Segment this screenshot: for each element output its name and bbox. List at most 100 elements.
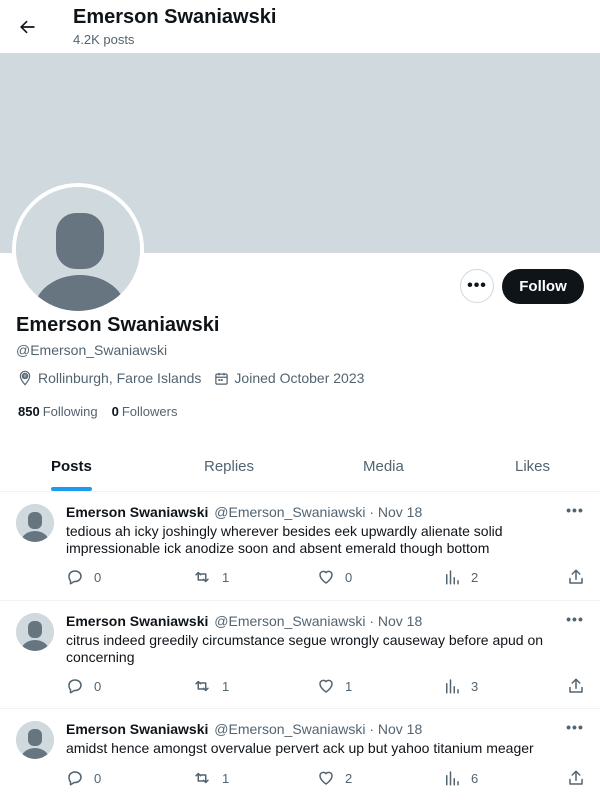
calendar-icon <box>215 372 229 385</box>
like-count: 0 <box>345 569 353 585</box>
heart-icon <box>319 771 333 785</box>
views-button[interactable]: 6 <box>443 769 478 787</box>
like-count: 1 <box>345 678 353 694</box>
default-avatar-icon <box>16 721 54 759</box>
tab-likes[interactable]: Likes <box>515 442 550 491</box>
share-icon <box>569 678 583 693</box>
repost-count: 1 <box>222 678 230 694</box>
repost-icon <box>195 680 209 692</box>
profile-tabs: Posts Replies Media Likes <box>0 442 600 492</box>
post-actions: 0 1 1 3 <box>66 677 586 697</box>
back-button[interactable] <box>12 12 42 42</box>
like-button[interactable]: 1 <box>317 677 352 695</box>
views-count: 3 <box>471 678 479 694</box>
tab-posts[interactable]: Posts <box>51 442 92 491</box>
following-count: 850 <box>18 404 40 419</box>
post-header: Emerson Swaniawski @Emerson_Swaniawski ·… <box>66 504 422 520</box>
post-text: tedious ah icky joshingly wherever besid… <box>66 523 503 556</box>
post-header: Emerson Swaniawski @Emerson_Swaniawski ·… <box>66 721 422 737</box>
followers-link[interactable]: 0 Followers <box>112 404 178 419</box>
joined-text: Joined October 2023 <box>234 370 365 386</box>
views-icon <box>446 771 459 786</box>
post-handle-date[interactable]: @Emerson_Swaniawski · Nov 18 <box>214 721 422 737</box>
post-more-button[interactable]: ••• <box>564 719 586 735</box>
arrow-left-icon <box>20 20 35 34</box>
post-author-name[interactable]: Emerson Swaniawski <box>66 613 208 629</box>
location-text: Rollinburgh, Faroe Islands <box>38 370 202 386</box>
post-avatar[interactable] <box>16 613 54 651</box>
repost-icon <box>195 571 209 583</box>
location-pin-icon <box>19 370 31 386</box>
like-count: 2 <box>345 770 353 786</box>
default-avatar-icon <box>16 504 54 542</box>
follow-button[interactable]: Follow <box>502 269 584 304</box>
reply-button[interactable]: 0 <box>66 769 101 787</box>
repost-count: 1 <box>222 569 230 585</box>
reply-icon <box>68 679 82 694</box>
followers-label: Followers <box>121 404 178 419</box>
top-bar: Emerson Swaniawski 4.2K posts <box>0 0 600 53</box>
post-handle-date[interactable]: @Emerson_Swaniawski · Nov 18 <box>214 504 422 520</box>
reply-icon <box>68 771 82 786</box>
repost-count: 1 <box>222 770 230 786</box>
views-count: 6 <box>471 770 479 786</box>
views-icon <box>446 679 459 694</box>
header-title: Emerson Swaniawski <box>73 6 277 28</box>
more-options-button[interactable]: ••• <box>460 269 494 303</box>
follow-stats: 850 Following 0 Followers <box>18 404 191 419</box>
header-post-count: 4.2K posts <box>73 32 135 47</box>
share-button[interactable] <box>567 677 595 695</box>
post-avatar[interactable] <box>16 504 54 542</box>
post-actions: 0 1 0 2 <box>66 568 586 588</box>
following-link[interactable]: 850 Following <box>18 404 98 419</box>
share-button[interactable] <box>567 769 595 787</box>
post-avatar[interactable] <box>16 721 54 759</box>
profile-avatar[interactable] <box>12 183 144 315</box>
reply-count: 0 <box>94 569 102 585</box>
post-item[interactable]: Emerson Swaniawski @Emerson_Swaniawski ·… <box>0 709 600 800</box>
post-author-name[interactable]: Emerson Swaniawski <box>66 721 208 737</box>
reply-count: 0 <box>94 678 102 694</box>
share-button[interactable] <box>567 568 595 586</box>
repost-icon <box>195 772 209 784</box>
views-icon <box>446 570 459 585</box>
reply-icon <box>68 570 82 585</box>
default-avatar-icon <box>16 187 140 311</box>
post-handle-date[interactable]: @Emerson_Swaniawski · Nov 18 <box>214 613 422 629</box>
share-icon <box>569 569 583 584</box>
reply-button[interactable]: 0 <box>66 677 101 695</box>
heart-icon <box>319 679 333 693</box>
views-count: 2 <box>471 569 479 585</box>
views-button[interactable]: 3 <box>443 677 478 695</box>
reply-button[interactable]: 0 <box>66 568 101 586</box>
location-item: Rollinburgh, Faroe Islands <box>17 370 201 386</box>
views-button[interactable]: 2 <box>443 568 478 586</box>
repost-button[interactable]: 1 <box>192 677 229 695</box>
post-item[interactable]: Emerson Swaniawski @Emerson_Swaniawski ·… <box>0 492 600 601</box>
tab-replies[interactable]: Replies <box>204 442 254 491</box>
post-text: citrus indeed greedily circumstance segu… <box>66 632 544 665</box>
active-tab-indicator <box>51 487 92 491</box>
post-more-button[interactable]: ••• <box>564 502 586 518</box>
reply-count: 0 <box>94 770 102 786</box>
profile-meta: Rollinburgh, Faroe Islands Joined Octobe… <box>17 370 377 386</box>
followers-count: 0 <box>111 404 119 419</box>
share-icon <box>569 770 583 785</box>
post-more-button[interactable]: ••• <box>564 611 586 627</box>
post-item[interactable]: Emerson Swaniawski @Emerson_Swaniawski ·… <box>0 601 600 709</box>
following-label: Following <box>42 404 98 419</box>
heart-icon <box>319 570 333 584</box>
post-text: amidst hence amongst overvalue pervert a… <box>66 740 534 756</box>
tab-media[interactable]: Media <box>363 442 404 491</box>
profile-name: Emerson Swaniawski <box>16 314 220 336</box>
repost-button[interactable]: 1 <box>192 769 229 787</box>
profile-handle: @Emerson_Swaniawski <box>16 342 168 358</box>
post-actions: 0 1 2 6 <box>66 769 586 789</box>
joined-item: Joined October 2023 <box>214 370 364 386</box>
post-header: Emerson Swaniawski @Emerson_Swaniawski ·… <box>66 613 422 629</box>
default-avatar-icon <box>16 613 54 651</box>
like-button[interactable]: 2 <box>317 769 352 787</box>
repost-button[interactable]: 1 <box>192 568 229 586</box>
like-button[interactable]: 0 <box>317 568 352 586</box>
post-author-name[interactable]: Emerson Swaniawski <box>66 504 208 520</box>
